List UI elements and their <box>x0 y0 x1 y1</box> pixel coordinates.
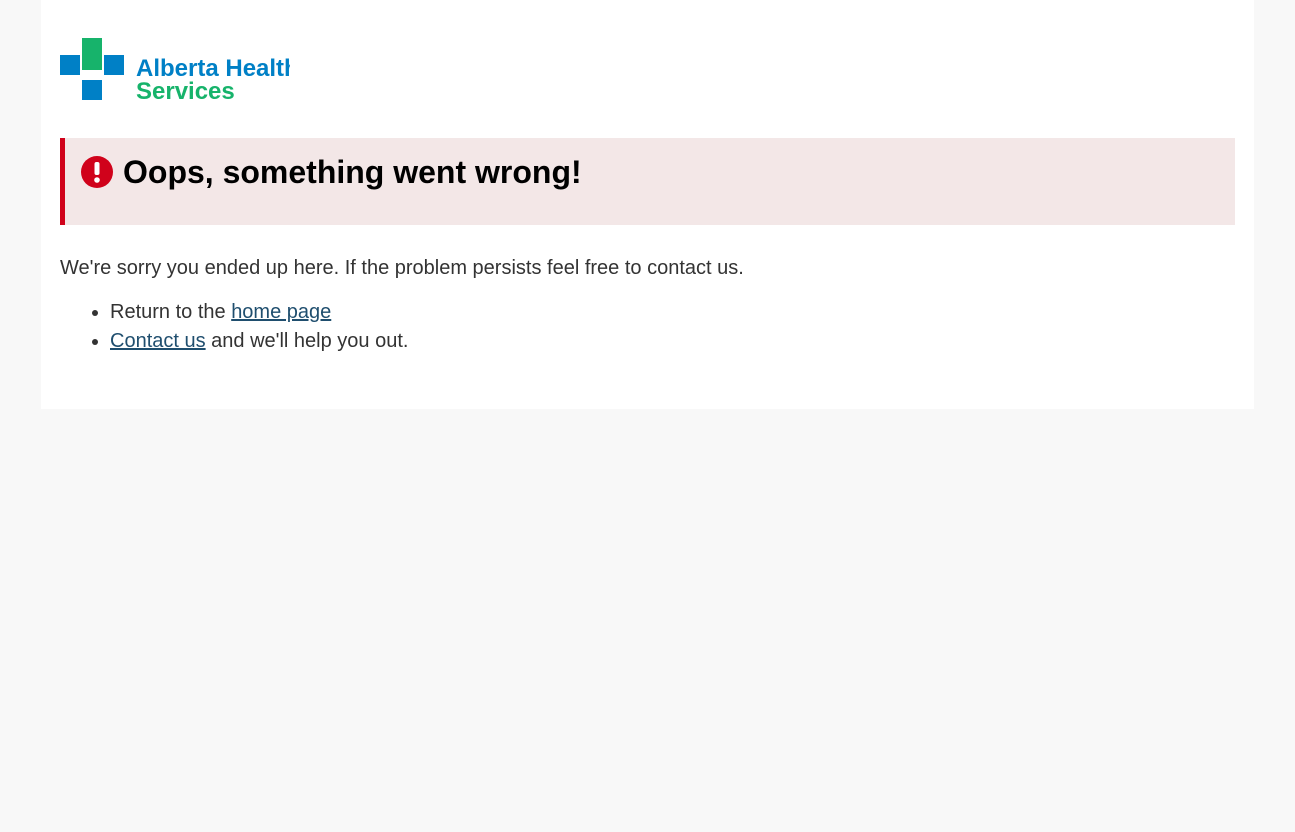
home-page-link[interactable]: home page <box>231 301 331 323</box>
list-item: Contact us and we'll help you out. <box>110 327 408 356</box>
page-container: Alberta Health Services Oops, something … <box>41 0 1254 409</box>
logo-line2: Services <box>136 78 235 102</box>
help-links-list: Return to the home page Contact us and w… <box>60 298 408 356</box>
return-text: Return to the <box>110 301 232 323</box>
list-item: Return to the home page <box>110 298 408 327</box>
error-message: We're sorry you ended up here. If the pr… <box>60 257 744 279</box>
ahs-logo-graphic: Alberta Health Services <box>60 38 299 105</box>
exclamation-circle-icon <box>81 156 113 188</box>
help-text: and we'll help you out. <box>205 330 409 352</box>
ahs-logo[interactable]: Alberta Health Services <box>60 38 299 105</box>
error-alert: Oops, something went wrong! <box>60 138 1235 225</box>
contact-us-link[interactable]: Contact us <box>110 330 206 352</box>
error-title: Oops, something went wrong! <box>123 154 582 190</box>
